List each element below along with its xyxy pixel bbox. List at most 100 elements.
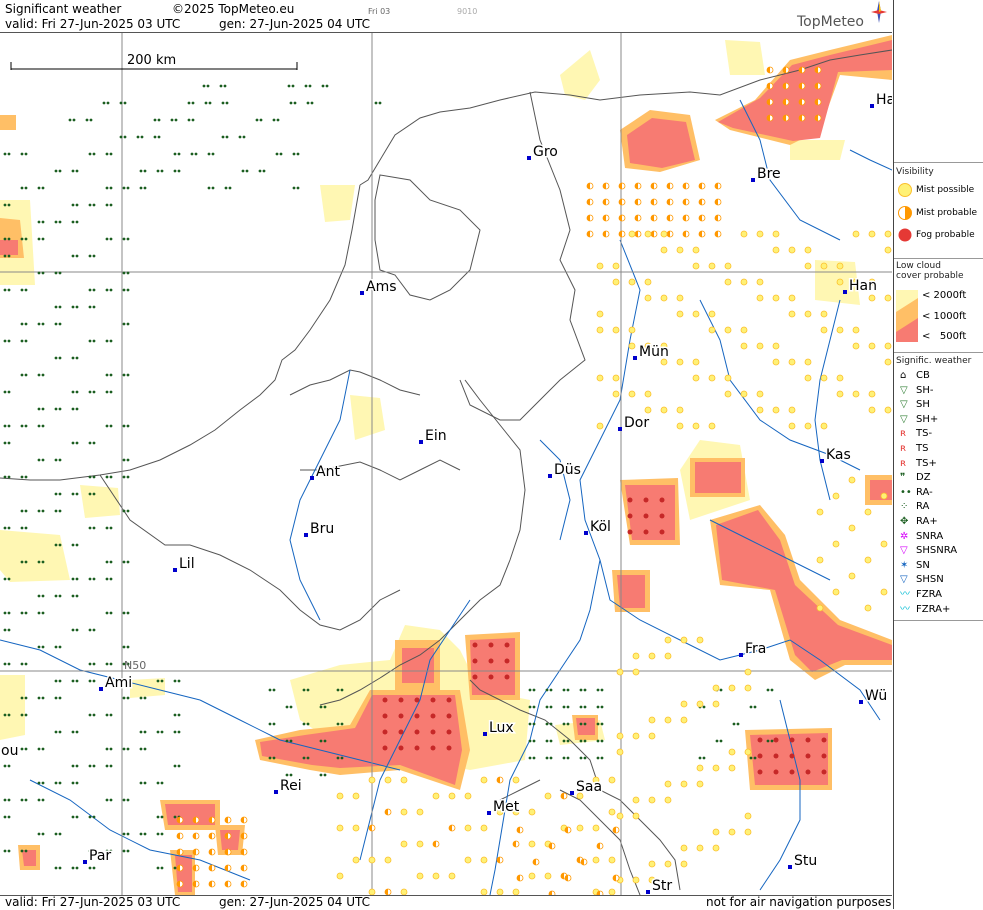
city-marker xyxy=(487,811,491,815)
mist-possible-icon xyxy=(628,230,636,238)
mist-probable-icon xyxy=(698,182,706,190)
fog-probable-icon xyxy=(446,713,452,719)
mist-possible-icon xyxy=(820,326,828,334)
mist-possible-icon xyxy=(608,808,616,816)
mist-possible-icon xyxy=(648,796,656,804)
city-label: Stu xyxy=(794,853,817,869)
mist-possible-icon xyxy=(740,326,748,334)
mist-possible-icon xyxy=(648,860,656,868)
mist-possible-icon xyxy=(608,856,616,864)
city-marker xyxy=(419,440,423,444)
mist-possible-icon xyxy=(788,310,796,318)
mist-possible-icon xyxy=(848,524,856,532)
mist-possible-icon xyxy=(644,278,652,286)
mist-possible-icon xyxy=(336,872,344,880)
city-marker xyxy=(99,687,103,691)
mist-possible-icon xyxy=(816,508,824,516)
mist-possible-icon xyxy=(632,812,640,820)
mist-possible-icon xyxy=(612,278,620,286)
mist-possible-icon xyxy=(804,374,812,382)
mist-possible-icon xyxy=(728,684,736,692)
mist-probable-icon xyxy=(192,880,200,888)
mist-possible-icon xyxy=(804,310,812,318)
mist-probable-icon xyxy=(666,214,674,222)
fog-probable-icon xyxy=(414,697,420,703)
fog-probable-icon xyxy=(821,769,827,775)
city-label: Köl xyxy=(590,519,611,535)
fog-probable-icon xyxy=(446,745,452,751)
freezing-rain-heavy-icon: 〰 xyxy=(900,603,910,615)
legend-bottom-rule xyxy=(894,620,983,621)
mist-possible-icon xyxy=(804,358,812,366)
mist-probable-icon xyxy=(814,66,822,74)
city-label: Dor xyxy=(624,415,649,431)
copyright: ©2025 TopMeteo.eu xyxy=(172,2,295,16)
sigwx-title: Signific. weather xyxy=(896,356,972,366)
mist-possible-icon xyxy=(696,764,704,772)
city-label: Saa xyxy=(576,779,602,795)
mist-possible-icon xyxy=(880,540,888,548)
rain-light-icon: •• xyxy=(900,486,912,498)
mist-possible-icon xyxy=(676,310,684,318)
mist-probable-icon xyxy=(766,98,774,106)
mist-possible-icon xyxy=(692,374,700,382)
logo-text: TopMeteo xyxy=(797,14,864,30)
mist-possible-icon xyxy=(804,246,812,254)
mist-possible-icon xyxy=(708,310,716,318)
mist-probable-icon xyxy=(798,98,806,106)
mist-possible-icon xyxy=(712,700,720,708)
mist-possible-icon xyxy=(612,262,620,270)
mist-possible-icon xyxy=(544,872,552,880)
mist-possible-icon xyxy=(756,342,764,350)
city-marker xyxy=(584,531,588,535)
mist-possible-icon xyxy=(664,716,672,724)
mist-probable-icon xyxy=(682,182,690,190)
mist-possible-icon xyxy=(696,780,704,788)
topmeteo-logo[interactable]: TopMeteo xyxy=(797,1,887,30)
mist-possible-icon xyxy=(400,776,408,784)
visibility-title: Visibility xyxy=(896,167,934,177)
mist-possible-icon xyxy=(644,406,652,414)
fog-probable-icon xyxy=(773,737,779,743)
mist-possible-icon xyxy=(680,780,688,788)
mist-possible-icon xyxy=(820,262,828,270)
mist-possible-icon xyxy=(616,732,624,740)
header-code: 9010 xyxy=(457,7,478,16)
mist-probable-icon xyxy=(650,182,658,190)
fog-probable-icon xyxy=(488,642,494,648)
city-label: Wü xyxy=(865,688,887,704)
mist-probable-icon xyxy=(650,214,658,222)
mist-possible-icon xyxy=(400,808,408,816)
city-marker xyxy=(859,700,863,704)
mist-possible-icon xyxy=(744,684,752,692)
mist-possible-icon xyxy=(712,844,720,852)
city-marker xyxy=(788,865,792,869)
city-marker xyxy=(304,533,308,537)
fog-probable-icon xyxy=(414,729,420,735)
city-marker xyxy=(360,291,364,295)
mist-probable-icon xyxy=(192,816,200,824)
mist-possible-icon xyxy=(880,492,888,500)
mist-probable-icon xyxy=(532,858,540,866)
snow-icon: ✶ xyxy=(900,559,909,571)
mist-possible-icon xyxy=(608,776,616,784)
mist-possible-icon xyxy=(692,310,700,318)
mist-possible-icon xyxy=(648,732,656,740)
mist-possible-icon xyxy=(788,294,796,302)
mist-possible-icon xyxy=(836,326,844,334)
mist-possible-icon xyxy=(772,294,780,302)
mist-possible-icon xyxy=(352,792,360,800)
mist-possible-icon xyxy=(740,390,748,398)
mist-possible-icon xyxy=(728,748,736,756)
mist-possible-icon xyxy=(664,860,672,868)
mist-probable-icon xyxy=(782,98,790,106)
fog-probable-icon xyxy=(430,745,436,751)
mist-possible-icon xyxy=(744,828,752,836)
mist-possible-icon xyxy=(864,604,872,612)
mist-possible-icon xyxy=(868,230,876,238)
mist-possible-icon xyxy=(836,390,844,398)
mist-probable-icon xyxy=(176,848,184,856)
fog-probable-icon xyxy=(821,737,827,743)
mist-possible-icon xyxy=(756,230,764,238)
mist-possible-icon xyxy=(744,748,752,756)
